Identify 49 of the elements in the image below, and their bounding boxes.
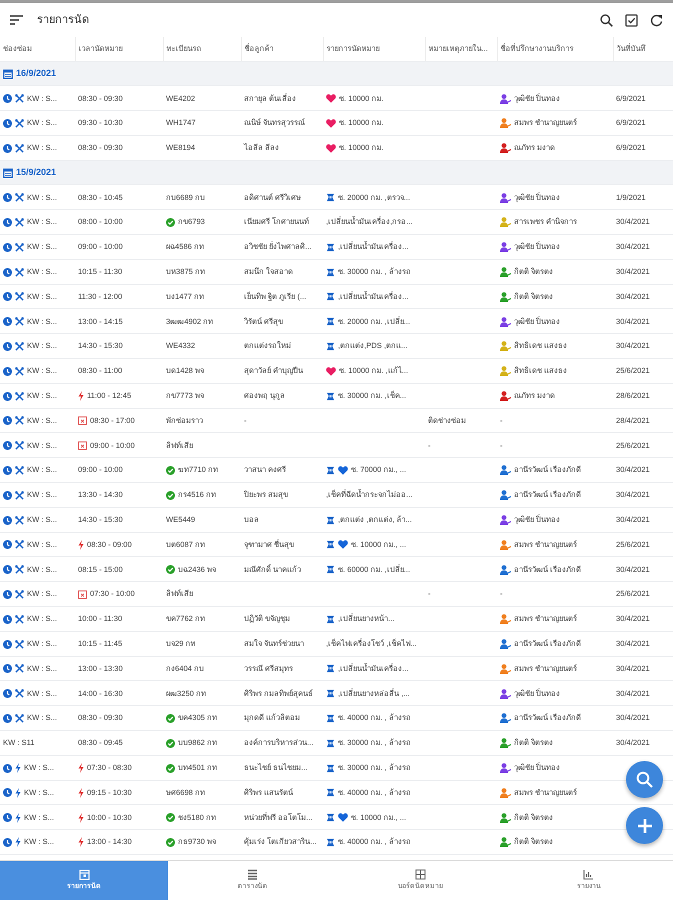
tools-icon (15, 366, 24, 376)
tools-icon (15, 242, 24, 252)
tools-icon (15, 94, 24, 103)
menu-icon (10, 15, 23, 25)
tools-icon (15, 540, 24, 550)
add-fab[interactable] (626, 807, 663, 844)
select-button[interactable] (623, 12, 640, 28)
tools-icon (15, 292, 24, 302)
tools-icon (15, 614, 24, 624)
search-icon (636, 771, 653, 788)
plus-icon (636, 818, 652, 834)
page-title: รายการนัด (37, 12, 89, 28)
tools-icon (15, 268, 24, 277)
tools-icon (15, 416, 24, 426)
tools-icon (15, 392, 24, 401)
tools-icon (15, 640, 24, 649)
search-button[interactable] (598, 12, 615, 28)
tools-icon (15, 218, 24, 227)
list-icon (246, 868, 258, 880)
bolt-icon (15, 812, 21, 823)
tools-icon (15, 714, 24, 723)
calendar-icon (78, 868, 90, 880)
tools-icon (15, 118, 24, 128)
search-icon (600, 14, 613, 26)
bolt-icon (15, 837, 21, 848)
checkbox-icon (625, 14, 638, 26)
group-date: 15/9/2021 (16, 166, 56, 177)
tools-icon (15, 317, 24, 326)
tools-icon (15, 516, 24, 525)
tools-icon (15, 689, 24, 698)
tools-icon (15, 590, 24, 599)
calendar-icon (3, 168, 13, 178)
tools-icon (15, 466, 24, 475)
bolt-icon (15, 788, 21, 798)
tools-icon (15, 565, 24, 574)
calendar-icon (3, 68, 13, 79)
tools-icon (15, 342, 24, 351)
tools-icon (15, 664, 24, 674)
grid-icon (415, 868, 426, 880)
group-date: 16/9/2021 (16, 68, 56, 78)
tools-icon (15, 193, 24, 202)
tools-icon (15, 441, 24, 450)
chart-icon (583, 868, 594, 880)
bolt-icon (15, 763, 21, 774)
menu-button[interactable] (8, 13, 25, 27)
tools-icon (15, 490, 24, 500)
refresh-icon (650, 14, 663, 26)
search-fab[interactable] (626, 761, 663, 798)
tools-icon (15, 144, 24, 153)
